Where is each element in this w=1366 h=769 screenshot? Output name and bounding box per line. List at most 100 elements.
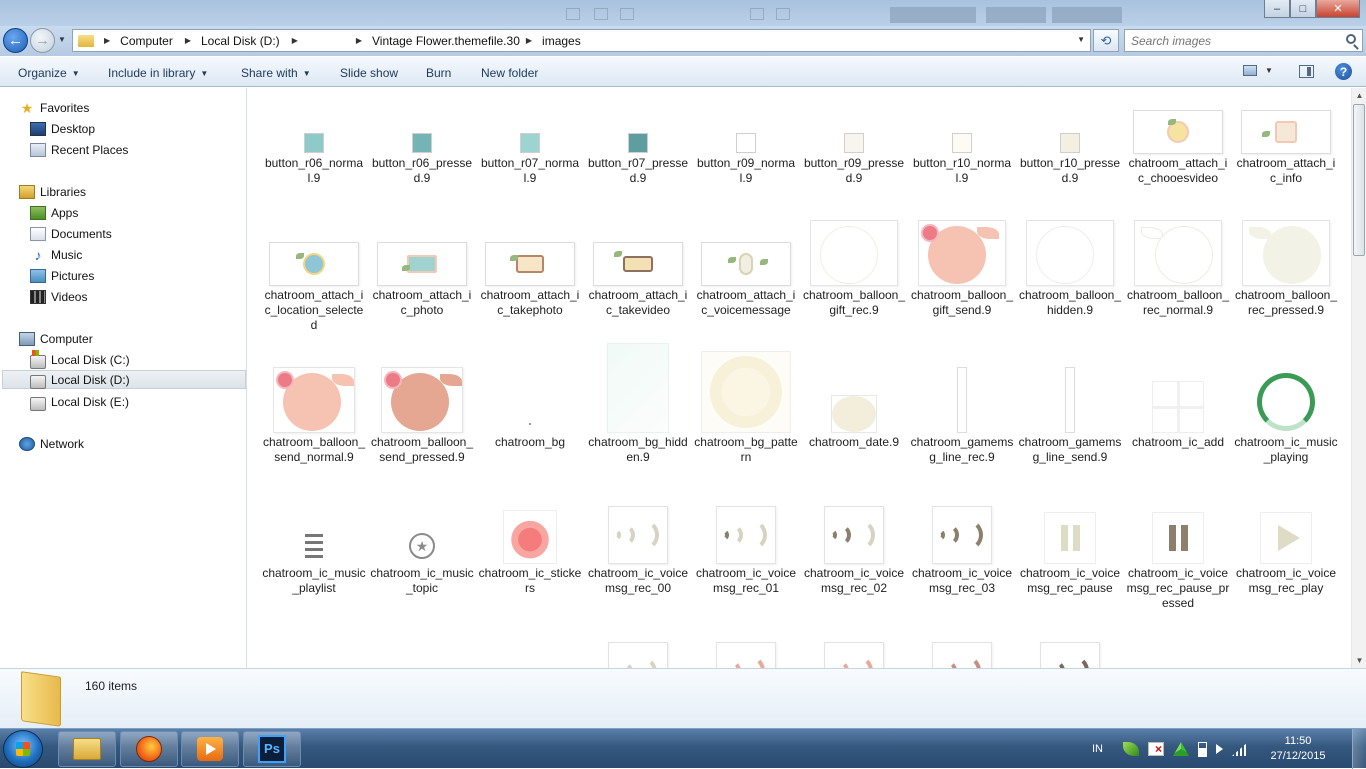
nav-favorites[interactable]: ★ Favorites bbox=[19, 98, 90, 117]
minimize-button[interactable]: – bbox=[1264, 0, 1290, 18]
new-folder-button[interactable]: New folder bbox=[481, 66, 538, 80]
breadcrumb-computer[interactable]: Computer bbox=[120, 34, 173, 48]
breadcrumb-images[interactable]: images bbox=[542, 34, 581, 48]
share-with-button[interactable]: Share with ▼ bbox=[241, 66, 311, 80]
balloon-thumbnail bbox=[1242, 220, 1330, 286]
nav-desktop[interactable]: Desktop bbox=[30, 119, 95, 138]
breadcrumb-arrow-icon[interactable]: ▶ bbox=[356, 36, 362, 45]
file-name: chatroom_ic_stickers bbox=[478, 566, 582, 595]
voice-wave-icon bbox=[932, 506, 992, 564]
change-view-button[interactable]: ▼ bbox=[1243, 65, 1273, 76]
background-tool-icon bbox=[620, 8, 634, 20]
taskbar-photoshop-button[interactable]: Ps bbox=[243, 731, 301, 767]
media-player-icon bbox=[197, 737, 223, 761]
taskbar-explorer-button[interactable] bbox=[58, 731, 116, 767]
scroll-thumb[interactable] bbox=[1353, 104, 1365, 256]
date-thumbnail bbox=[831, 395, 877, 433]
nav-recent-places[interactable]: Recent Places bbox=[30, 140, 128, 159]
file-name: chatroom_balloon_hidden.9 bbox=[1018, 288, 1122, 317]
start-button[interactable] bbox=[3, 730, 43, 768]
address-history-dropdown-icon[interactable]: ▼ bbox=[1077, 35, 1085, 44]
nav-computer[interactable]: Computer bbox=[19, 329, 93, 348]
breadcrumb-themefile[interactable]: Vintage Flower.themefile.30 bbox=[372, 34, 520, 48]
clock[interactable]: 11:50 27/12/2015 bbox=[1265, 734, 1331, 764]
nav-music[interactable]: ♪ Music bbox=[30, 245, 83, 264]
breadcrumb-arrow-icon[interactable]: ▶ bbox=[292, 36, 298, 45]
taskbar-firefox-button[interactable] bbox=[120, 731, 178, 767]
battery-icon[interactable] bbox=[1198, 741, 1207, 757]
file-name: chatroom_attach_ic_info bbox=[1236, 156, 1336, 185]
pause-pressed-icon bbox=[1152, 512, 1204, 564]
file-thumbnail bbox=[804, 373, 904, 433]
color-swatch bbox=[844, 133, 864, 153]
breadcrumb-arrow-icon[interactable]: ▶ bbox=[104, 36, 110, 45]
scroll-down-arrow-icon[interactable]: ▼ bbox=[1352, 653, 1366, 668]
scroll-up-arrow-icon[interactable]: ▲ bbox=[1352, 88, 1366, 103]
wave-arc bbox=[625, 655, 657, 668]
forward-button[interactable]: → bbox=[30, 28, 55, 53]
nav-local-disk-d[interactable]: Local Disk (D:) bbox=[2, 370, 246, 389]
close-button[interactable]: ✕ bbox=[1316, 0, 1360, 18]
sync-tray-icon[interactable] bbox=[1173, 742, 1189, 756]
leaf-tray-icon[interactable] bbox=[1123, 742, 1139, 756]
voice-wave-icon bbox=[608, 506, 668, 564]
network-signal-icon[interactable] bbox=[1232, 742, 1248, 756]
show-desktop-button[interactable] bbox=[1352, 729, 1366, 769]
file-name: chatroom_attach_ic_chooesvideo bbox=[1128, 156, 1228, 185]
search-icon[interactable] bbox=[1346, 34, 1356, 44]
file-thumbnail bbox=[480, 504, 580, 564]
color-swatch bbox=[736, 133, 756, 153]
maximize-button[interactable]: □ bbox=[1290, 0, 1316, 18]
camera-attach-icon bbox=[485, 242, 575, 286]
recent-pages-dropdown-icon[interactable]: ▼ bbox=[58, 35, 66, 44]
breadcrumb-local-disk-d[interactable]: Local Disk (D:) bbox=[201, 34, 280, 48]
file-name: chatroom_gamemsg_line_send.9 bbox=[1018, 435, 1122, 464]
file-thumbnail bbox=[1020, 94, 1120, 154]
nav-pictures[interactable]: Pictures bbox=[30, 266, 94, 285]
file-name: chatroom_ic_add bbox=[1131, 435, 1225, 449]
nav-videos[interactable]: Videos bbox=[30, 287, 87, 306]
background-tool-icon bbox=[566, 8, 580, 20]
nav-local-disk-e[interactable]: Local Disk (E:) bbox=[30, 392, 129, 411]
include-in-library-button[interactable]: Include in library ▼ bbox=[108, 66, 208, 80]
address-bar[interactable]: ▶ Computer ▶ Local Disk (D:) ▶ ▶ Vintage… bbox=[72, 29, 1091, 52]
help-icon[interactable]: ? bbox=[1335, 63, 1352, 80]
breadcrumb-arrow-icon[interactable]: ▶ bbox=[185, 36, 191, 45]
refresh-button[interactable]: ⟲ bbox=[1093, 29, 1119, 52]
voice-wave-icon bbox=[824, 506, 884, 564]
breadcrumb-arrow-icon[interactable]: ▶ bbox=[526, 36, 532, 45]
nav-desktop-label: Desktop bbox=[51, 121, 96, 136]
nav-network[interactable]: Network bbox=[19, 434, 84, 453]
search-input[interactable] bbox=[1131, 31, 1331, 51]
nav-local-disk-e-label: Local Disk (E:) bbox=[51, 394, 130, 409]
language-indicator[interactable]: IN bbox=[1092, 743, 1103, 755]
organize-button[interactable]: Organize ▼ bbox=[18, 66, 80, 80]
nav-apps[interactable]: Apps bbox=[30, 203, 78, 222]
back-button[interactable]: ← bbox=[3, 28, 28, 53]
file-name: chatroom_bg_hidden.9 bbox=[588, 435, 688, 464]
file-thumbnail bbox=[264, 226, 364, 286]
balloon-thumbnail bbox=[918, 220, 1006, 286]
taskbar-media-player-button[interactable] bbox=[181, 731, 239, 767]
video-camera-attach-icon bbox=[593, 242, 683, 286]
file-thumbnail bbox=[696, 94, 796, 154]
file-name: button_r09_pressed.9 bbox=[803, 156, 905, 185]
nav-libraries[interactable]: Libraries bbox=[19, 182, 86, 201]
burn-button[interactable]: Burn bbox=[426, 66, 451, 80]
balloon-thumbnail bbox=[1134, 220, 1222, 286]
nav-local-disk-c[interactable]: Local Disk (C:) bbox=[30, 349, 130, 369]
vertical-scrollbar[interactable]: ▲ ▼ bbox=[1351, 88, 1366, 668]
slide-show-button[interactable]: Slide show bbox=[340, 66, 398, 80]
nav-local-disk-d-label: Local Disk (D:) bbox=[51, 372, 130, 387]
volume-icon[interactable] bbox=[1216, 744, 1223, 754]
file-name: chatroom_attach_ic_voicemessage bbox=[696, 288, 796, 317]
action-center-flag-icon[interactable] bbox=[1148, 742, 1164, 756]
file-thumbnail bbox=[912, 206, 1012, 286]
nav-documents[interactable]: Documents bbox=[30, 224, 112, 243]
nav-libraries-label: Libraries bbox=[40, 184, 87, 199]
chevron-down-icon: ▼ bbox=[302, 69, 311, 78]
preview-pane-icon[interactable] bbox=[1299, 65, 1314, 78]
navigation-pane: ★ Favorites Desktop Recent Places Librari… bbox=[0, 88, 247, 668]
color-swatch bbox=[628, 133, 648, 153]
file-thumbnail bbox=[1128, 94, 1228, 154]
